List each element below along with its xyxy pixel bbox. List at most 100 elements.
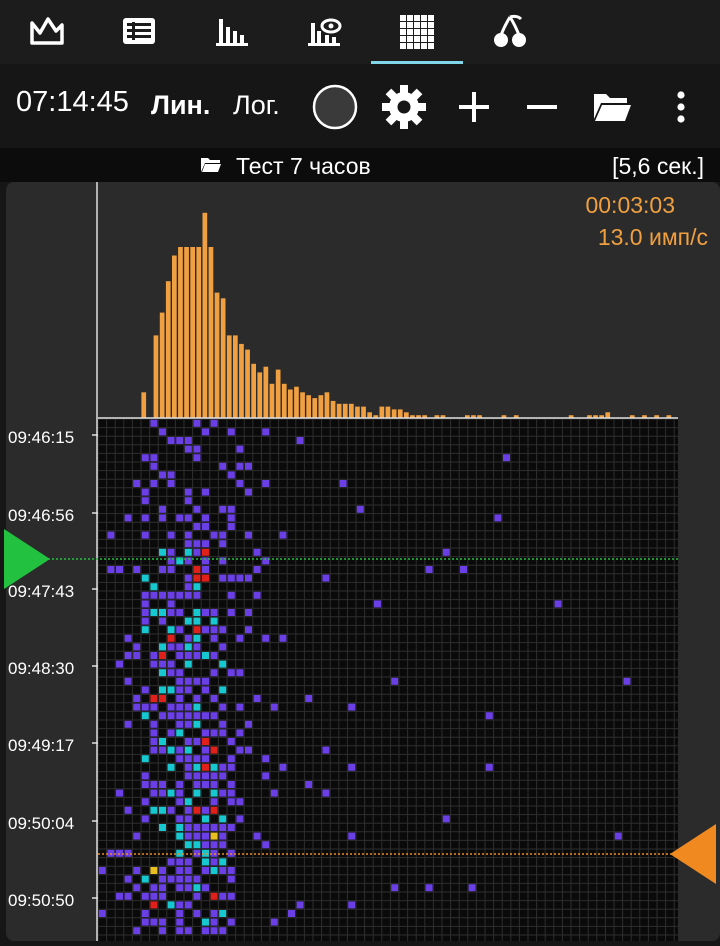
spectrogram-cell — [159, 824, 166, 831]
spectrogram-cell — [193, 712, 201, 720]
record-button[interactable] — [310, 84, 360, 130]
spectrogram-cell — [253, 832, 261, 840]
tab-spectrum-view[interactable] — [289, 0, 359, 64]
spectrogram-chart[interactable]: 00:03:03 13.0 имп/с 09:46:15 09:46:56 09:47:… — [0, 182, 720, 941]
histogram-bar — [312, 398, 318, 418]
histogram-bar — [367, 412, 372, 418]
spectrogram-cell — [348, 703, 356, 711]
spectrogram-cell — [133, 927, 141, 935]
spectrogram-cell — [184, 772, 192, 780]
spectrogram-cell — [176, 609, 184, 616]
spectrogram-cell — [193, 677, 201, 685]
spectrogram-cell — [150, 789, 158, 797]
tab-spectrum[interactable] — [197, 0, 267, 64]
spectrogram-cell — [219, 643, 227, 651]
spectrogram-cell — [159, 669, 166, 677]
spectrogram-cell — [184, 548, 192, 556]
cherry-icon — [494, 14, 526, 47]
histogram-bar — [404, 412, 409, 418]
spectrogram-cell — [141, 815, 149, 823]
spectrogram-cell — [262, 755, 270, 763]
spectrogram-cell — [210, 531, 218, 539]
spectrogram-cell — [202, 824, 209, 831]
zoom-in-button[interactable] — [452, 84, 496, 130]
histogram-bar — [306, 395, 311, 418]
log-scale-button[interactable]: Лог. — [233, 90, 280, 121]
tab-isotopes[interactable] — [475, 0, 545, 64]
spectrogram-cell — [176, 824, 184, 831]
spectrogram-cell — [202, 574, 209, 582]
spectrogram-cell — [227, 755, 235, 763]
spectrogram-cell — [227, 763, 235, 771]
spectrogram-cell — [176, 695, 184, 702]
spectrogram-cell — [150, 901, 158, 909]
spectrogram-cell — [184, 574, 192, 582]
spectrogram-cell — [210, 910, 218, 917]
time-label: 09:48:30 — [8, 659, 74, 678]
spectrogram-cell — [468, 884, 476, 892]
spectrogram-cell — [184, 815, 192, 823]
spectrogram-cell — [159, 875, 166, 883]
spectrogram-cell — [141, 892, 149, 900]
spectrogram-cell — [159, 712, 166, 720]
spectrogram-cell — [133, 703, 141, 711]
spectrogram-cell — [176, 626, 184, 634]
spectrogram-cell — [184, 660, 192, 668]
spectrogram-cell — [202, 755, 209, 763]
spectrogram-cell — [322, 574, 330, 582]
histogram-bar — [202, 212, 208, 418]
tab-spectrogram[interactable] — [371, 0, 463, 64]
spectrogram-cell — [210, 695, 218, 702]
spectrogram-cell — [193, 445, 201, 453]
spectrogram-cell — [494, 514, 502, 522]
table-icon — [123, 18, 155, 44]
spectrogram-cell — [141, 591, 149, 599]
spectrogram-cell — [176, 514, 184, 522]
spectrogram-cell — [133, 652, 141, 659]
histogram-bar — [239, 343, 244, 418]
spectrogram-cell — [202, 763, 209, 771]
tab-dose-rate[interactable] — [12, 0, 82, 64]
linear-scale-button[interactable]: Лин. — [151, 90, 210, 121]
spectrogram-cell — [614, 832, 622, 840]
spectrogram-cell — [124, 634, 132, 642]
tab-table[interactable] — [104, 0, 174, 64]
spectrogram-cell — [193, 841, 201, 849]
settings-button[interactable] — [378, 82, 430, 132]
spectrogram-cell — [141, 918, 149, 926]
spectrogram-cell — [210, 824, 218, 831]
spectrogram-cell — [141, 531, 149, 539]
spectrogram-cell — [202, 815, 209, 823]
open-folder-button[interactable] — [588, 84, 636, 130]
spectrogram-cell — [202, 781, 209, 788]
histogram-bar — [220, 298, 226, 418]
file-name: Тест 7 часов — [236, 153, 371, 179]
spectrogram-cell — [141, 626, 149, 634]
spectrogram-cell — [133, 695, 141, 702]
spectrogram-cell — [485, 763, 493, 771]
spectrogram-cell — [193, 892, 201, 900]
spectrogram-cell — [210, 419, 218, 427]
spectrogram-cell — [150, 729, 158, 737]
histogram-bar — [159, 312, 165, 419]
more-menu-button[interactable] — [664, 84, 698, 130]
spectrogram-cell — [210, 609, 218, 616]
spectrogram-cell — [227, 798, 235, 806]
spectrogram-cell — [193, 540, 201, 548]
spectrogram-cell — [227, 781, 235, 788]
spectrogram-cell — [253, 695, 261, 702]
histogram-bar — [318, 395, 324, 418]
spectrogram-cell — [184, 720, 192, 728]
zoom-out-button[interactable] — [520, 84, 564, 130]
plus-icon — [459, 92, 489, 122]
spectrogram-panel[interactable]: 00:03:03 13.0 имп/с 09:46:15 09:46:56 09:47:… — [0, 182, 720, 941]
spectrogram-cell — [279, 634, 287, 642]
spectrogram-cell — [210, 617, 218, 625]
spectrogram-cell — [227, 875, 235, 883]
spectrogram-cell — [184, 901, 192, 909]
toolbar: 07:14:45 Лин. Лог. — [0, 64, 720, 148]
spectrogram-cell — [210, 806, 218, 814]
spectrogram-cell — [176, 901, 184, 909]
spectrogram-cell — [227, 471, 235, 479]
spectrogram-cell — [227, 574, 235, 582]
